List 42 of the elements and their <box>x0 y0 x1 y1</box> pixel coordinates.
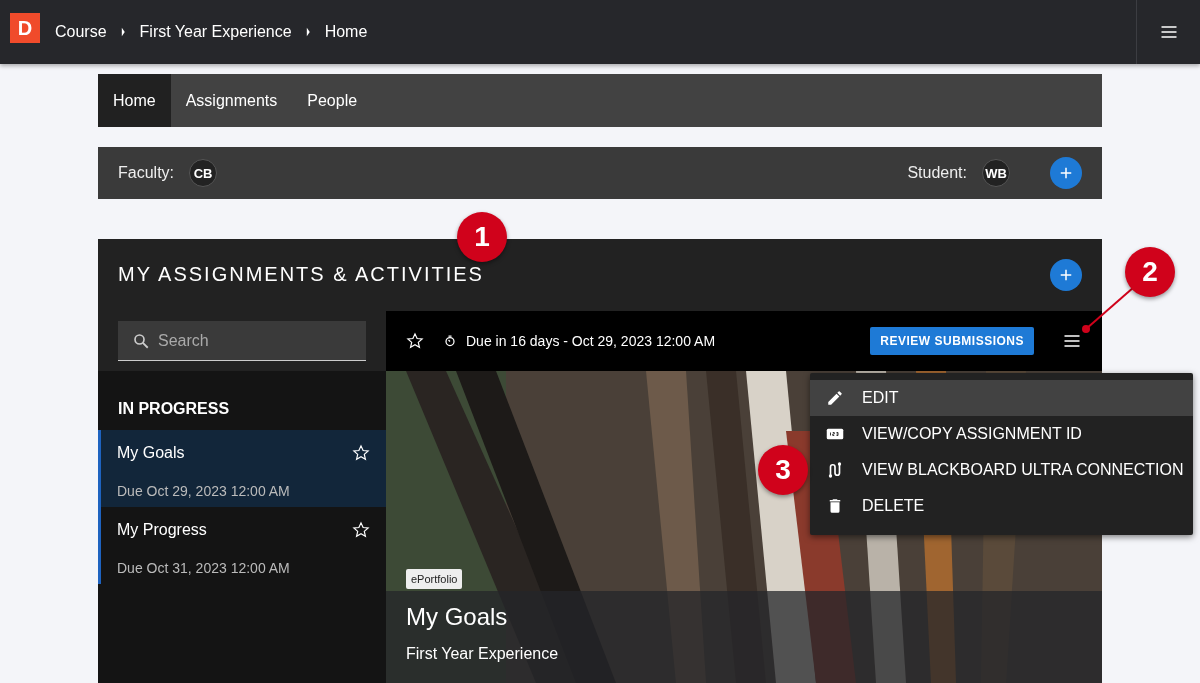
timer-icon <box>444 335 456 347</box>
menu-item[interactable]: VIEW BLACKBOARD ULTRA CONNECTION <box>810 452 1193 488</box>
item-due-date: Due Oct 31, 2023 12:00 AM <box>117 559 291 578</box>
assignment-item[interactable]: My Goals Due Oct 29, 2023 12:00 AM <box>101 430 386 507</box>
section-heading: IN PROGRESS <box>117 399 231 419</box>
leader-line <box>1082 286 1135 333</box>
panel-title: MY ASSIGNMENTS & ACTIVITIES <box>118 263 484 286</box>
breadcrumb-link[interactable]: Course <box>55 23 107 41</box>
menu-item[interactable]: EDIT <box>810 380 1193 416</box>
item-title: My Goals <box>117 444 186 463</box>
assignment-title: My Goals <box>406 603 508 631</box>
breadcrumb-link[interactable]: First Year Experience <box>139 23 292 41</box>
callout-badge: 1 <box>457 212 507 262</box>
logo[interactable]: D <box>10 13 40 43</box>
item-title: My Progress <box>117 521 208 540</box>
due-text: Due in 16 days - Oct 29, 2023 12:00 AM <box>466 333 716 349</box>
tab[interactable]: People <box>292 74 373 127</box>
breadcrumb-link[interactable]: Home <box>324 23 368 41</box>
menu-item[interactable]: VIEW/COPY ASSIGNMENT ID <box>810 416 1193 452</box>
star-icon[interactable] <box>352 521 370 539</box>
caret-icon <box>120 27 126 37</box>
menu-item[interactable]: DELETE <box>810 488 1193 524</box>
assignment-item[interactable]: My Progress Due Oct 31, 2023 12:00 AM <box>101 507 386 584</box>
course-name: First Year Experience <box>406 645 559 663</box>
callout-badge: 2 <box>1125 247 1175 297</box>
pencil-icon <box>826 389 844 407</box>
star-icon[interactable] <box>352 444 370 462</box>
tab[interactable]: Assignments <box>170 74 293 127</box>
star-icon[interactable] <box>406 332 424 350</box>
avatar[interactable]: CB <box>189 159 217 187</box>
student-label: Student: <box>907 164 967 182</box>
connection-icon <box>826 461 844 479</box>
tab[interactable]: Home <box>98 74 171 127</box>
search-field[interactable]: Search <box>118 321 366 361</box>
review-submissions-button[interactable]: REVIEW SUBMISSIONS <box>870 327 1034 355</box>
avatar[interactable]: WB <box>982 159 1010 187</box>
add-button[interactable] <box>1050 157 1082 189</box>
faculty-label: Faculty: <box>118 164 174 182</box>
item-due-date: Due Oct 29, 2023 12:00 AM <box>117 482 291 501</box>
category-tag: ePortfolio <box>406 569 463 589</box>
add-button[interactable] <box>1050 259 1082 291</box>
caret-icon <box>305 27 311 37</box>
